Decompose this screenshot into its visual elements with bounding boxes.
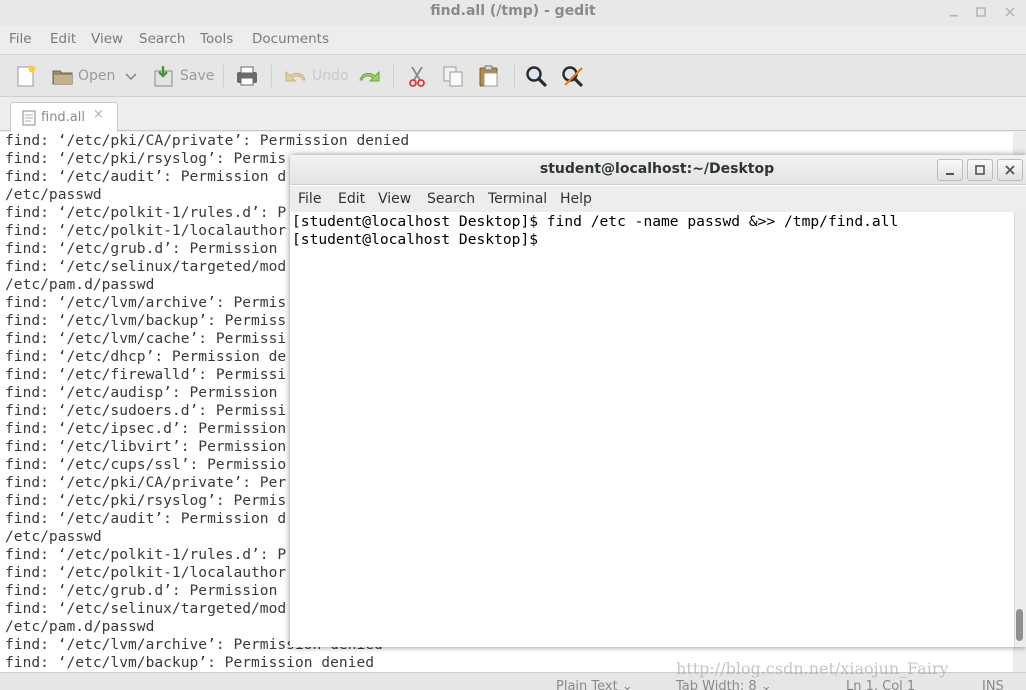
terminal-window-title: student@localhost:~/Desktop — [539, 161, 775, 177]
terminal-scrollbar[interactable] — [1014, 212, 1026, 647]
menu-tools[interactable]: Tools — [200, 31, 233, 47]
open-folder-icon[interactable] — [51, 64, 75, 88]
find-replace-icon[interactable] — [560, 64, 586, 88]
terminal-output[interactable]: [student@localhost Desktop]$ find /etc -… — [290, 212, 1014, 647]
tab-close-icon[interactable]: × — [93, 107, 104, 122]
terminal-text: [student@localhost Desktop]$ find /etc -… — [292, 213, 898, 249]
terminal-menubar: File Edit View Search Terminal Help — [290, 186, 1026, 212]
language-selector[interactable]: Plain Text ⌄ — [556, 679, 633, 690]
gedit-tabbar: find.all × — [0, 98, 1026, 132]
gedit-menubar: File Edit View Search Tools Documents — [0, 29, 1026, 51]
terminal-menu-help[interactable]: Help — [560, 191, 592, 207]
tab-label: find.all — [41, 110, 86, 125]
copy-icon[interactable] — [441, 64, 465, 88]
terminal-menu-view[interactable]: View — [378, 191, 411, 207]
terminal-menu-file[interactable]: File — [298, 191, 321, 207]
chevron-down-icon[interactable] — [123, 64, 139, 88]
cursor-position: Ln 1, Col 1 — [846, 679, 916, 690]
undo-icon[interactable] — [283, 64, 309, 88]
terminal-menu-search[interactable]: Search — [427, 191, 475, 207]
insert-mode: INS — [982, 679, 1004, 690]
menu-file[interactable]: File — [9, 31, 32, 47]
new-document-icon[interactable] — [14, 64, 38, 88]
watermark: http://blog.csdn.net/xiaojun_Fairy — [676, 659, 949, 678]
editor-line: find: ‘/etc/lvm/backup’: Permission deni… — [5, 654, 375, 671]
terminal-close-icon[interactable] — [997, 159, 1023, 181]
toolbar-separator — [223, 65, 224, 87]
toolbar-separator — [393, 65, 394, 87]
gedit-window-title: find.all (/tmp) - gedit — [430, 3, 596, 19]
terminal-titlebar[interactable]: student@localhost:~/Desktop — [290, 155, 1026, 185]
menu-edit[interactable]: Edit — [50, 31, 76, 47]
terminal-line: [student@localhost Desktop]$ — [292, 231, 547, 248]
search-icon[interactable] — [524, 64, 548, 88]
toolbar-separator — [514, 65, 515, 87]
terminal-maximize-icon[interactable] — [967, 159, 993, 181]
gedit-toolbar: Open Save Undo — [0, 54, 1026, 97]
toolbar-separator — [271, 65, 272, 87]
tab-width-selector[interactable]: Tab Width: 8 ⌄ — [676, 679, 772, 690]
save-icon[interactable] — [152, 64, 176, 88]
undo-button-label[interactable]: Undo — [312, 68, 349, 84]
gedit-titlebar[interactable]: find.all (/tmp) - gedit — [0, 0, 1026, 26]
close-icon[interactable] — [1002, 4, 1018, 20]
terminal-window: student@localhost:~/Desktop File Edit Vi… — [290, 155, 1026, 647]
redo-icon[interactable] — [356, 64, 382, 88]
tab-find-all[interactable]: find.all × — [10, 102, 118, 132]
document-icon — [22, 110, 36, 130]
terminal-menu-terminal[interactable]: Terminal — [488, 191, 547, 207]
cut-icon[interactable] — [405, 64, 429, 88]
editor-line: find: ‘/etc/pki/CA/private’: Permission … — [5, 132, 410, 149]
open-button-label[interactable]: Open — [78, 68, 115, 84]
menu-view[interactable]: View — [91, 31, 123, 47]
terminal-minimize-icon[interactable] — [937, 159, 963, 181]
menu-search[interactable]: Search — [139, 31, 185, 47]
terminal-line: [student@localhost Desktop]$ find /etc -… — [292, 213, 899, 230]
terminal-scrollbar-thumb[interactable] — [1016, 609, 1023, 641]
terminal-menu-edit[interactable]: Edit — [338, 191, 365, 207]
maximize-icon[interactable] — [973, 4, 989, 20]
save-button-label[interactable]: Save — [180, 68, 214, 84]
print-icon[interactable] — [234, 64, 260, 88]
minimize-icon[interactable] — [946, 4, 962, 20]
menu-documents[interactable]: Documents — [252, 31, 329, 47]
paste-icon[interactable] — [477, 64, 501, 88]
